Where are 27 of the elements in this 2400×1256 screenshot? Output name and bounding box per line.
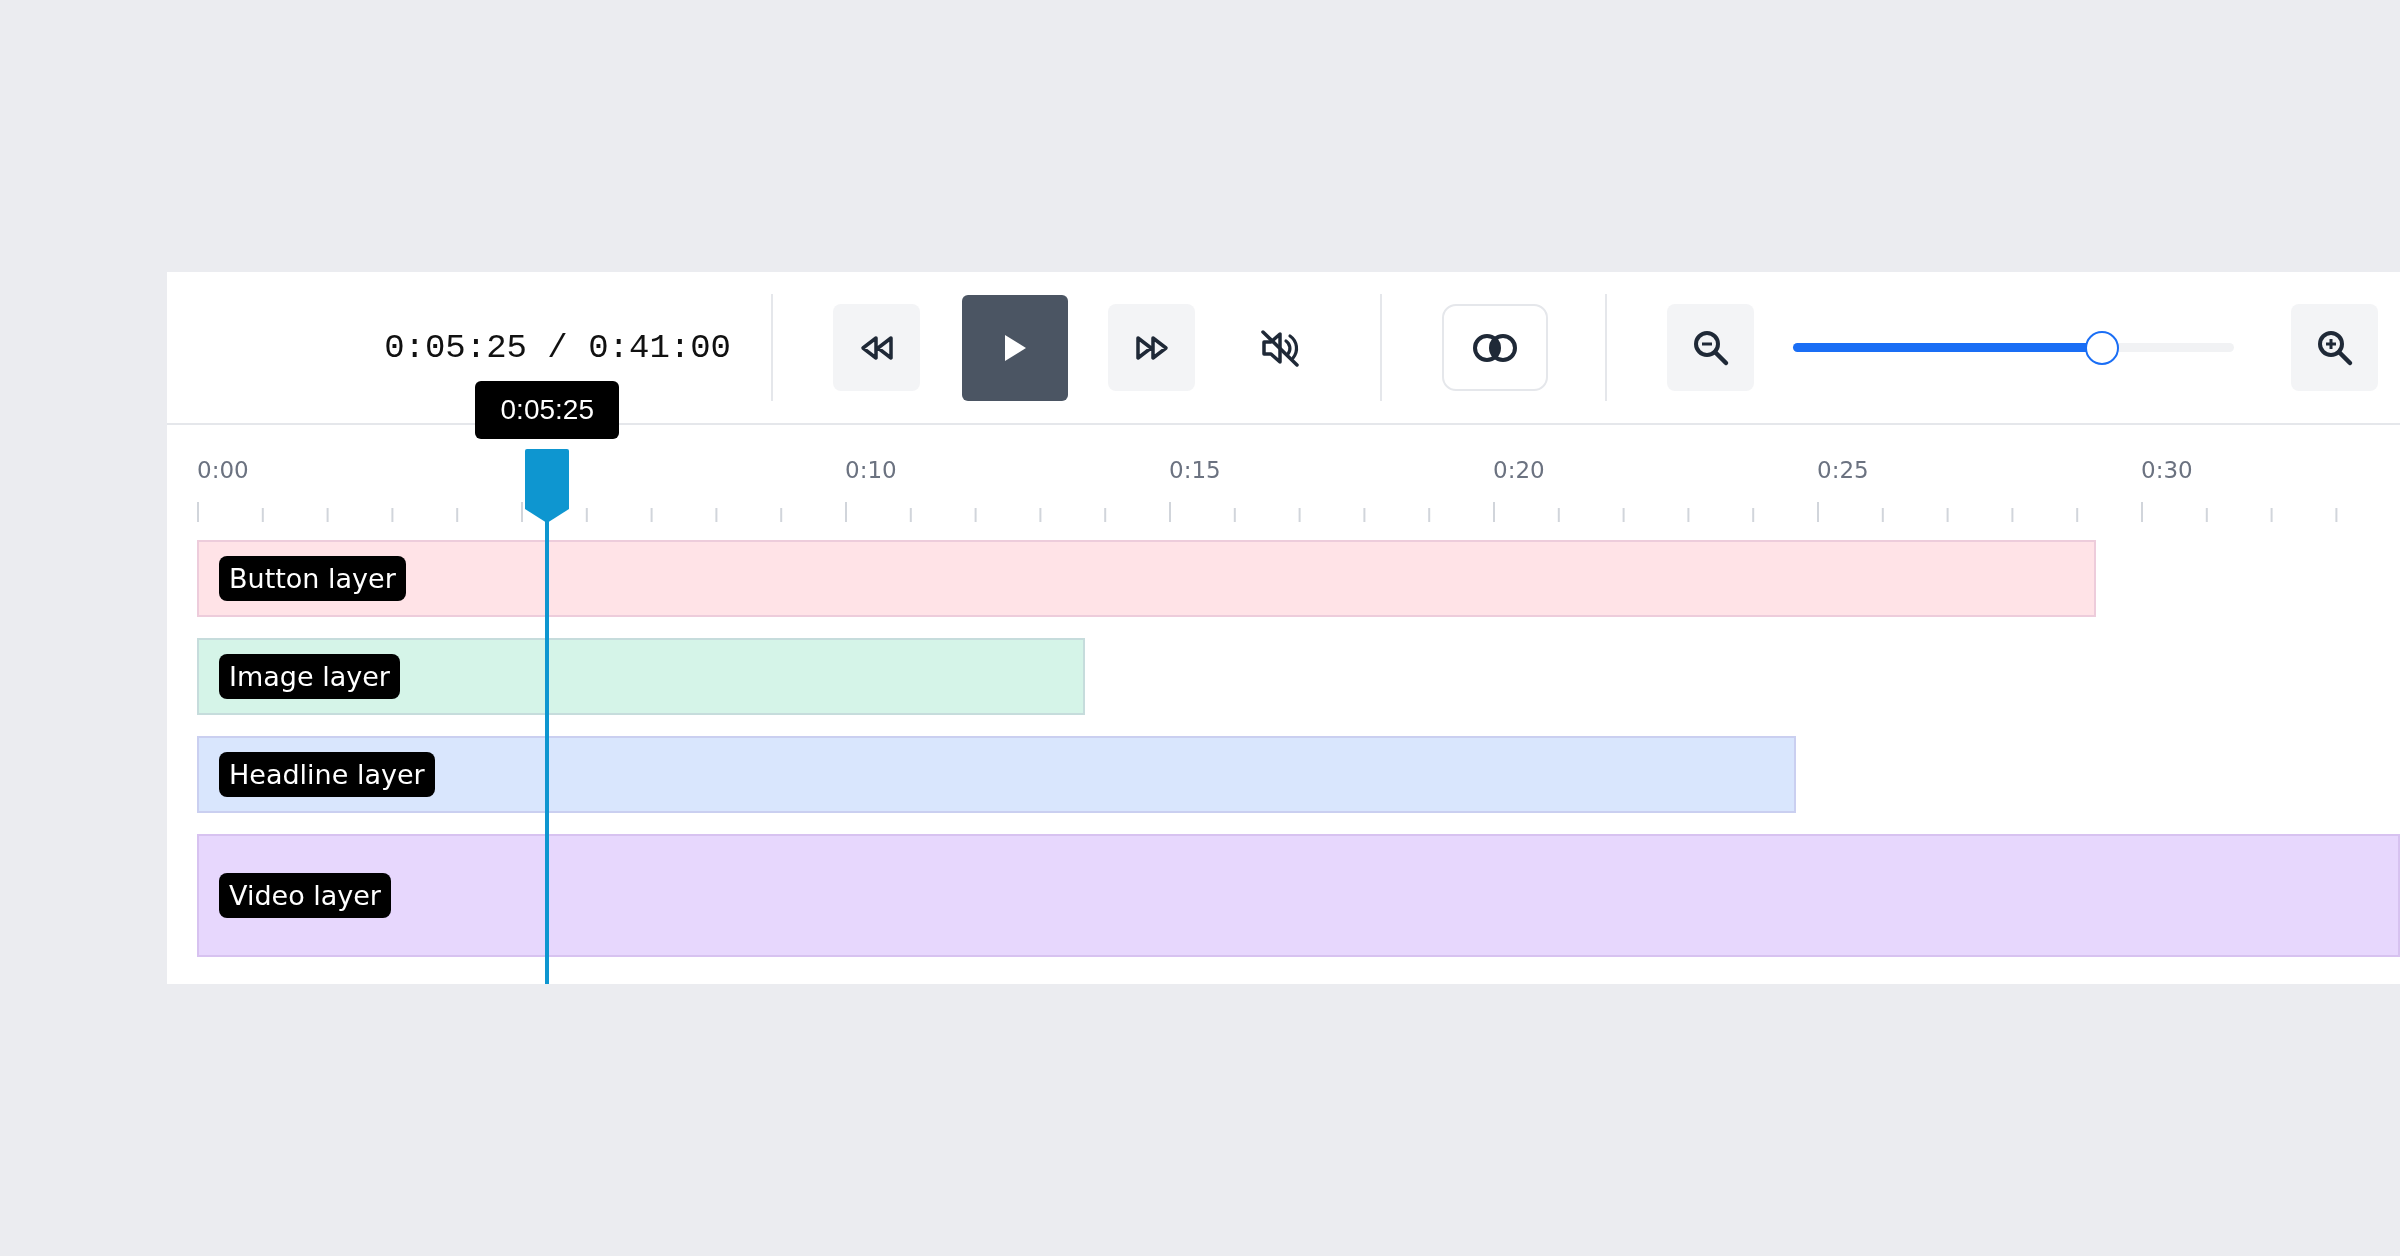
layer-bar[interactable] [197,736,1797,813]
play-icon [1002,332,1028,363]
fast-forward-button[interactable] [1108,304,1195,391]
rewind-icon [859,334,894,361]
ruler-label: 0:10 [845,459,897,482]
play-button[interactable] [962,294,1068,401]
fast-forward-icon [1134,334,1169,361]
ruler-label: 0:00 [197,459,249,482]
layer-label: Button layer [219,555,406,602]
time-display: 0:05:25 / 0:41:00 [384,328,731,367]
zoom-in-button[interactable] [2291,304,2378,391]
layer-label: Headline layer [219,751,435,798]
layer-label: Video layer [219,872,391,919]
blend-button[interactable] [1442,304,1548,391]
ruler-label: 0:20 [1493,459,1545,482]
layer-bar[interactable] [197,540,2096,617]
layer-label: Image layer [219,653,400,700]
layer-bar[interactable] [197,834,2400,957]
time-tooltip: 0:05:25 [475,381,620,439]
rewind-button[interactable] [833,304,920,391]
slider-thumb[interactable] [2084,330,2119,365]
ruler-label: 0:25 [1817,459,1869,482]
zoom-out-button[interactable] [1667,304,1754,391]
muted-speaker-icon [1259,328,1300,367]
ruler-label: 0:15 [1169,459,1221,482]
overlapping-circles-icon [1471,331,1519,364]
ruler-label: 0:30 [2141,459,2193,482]
